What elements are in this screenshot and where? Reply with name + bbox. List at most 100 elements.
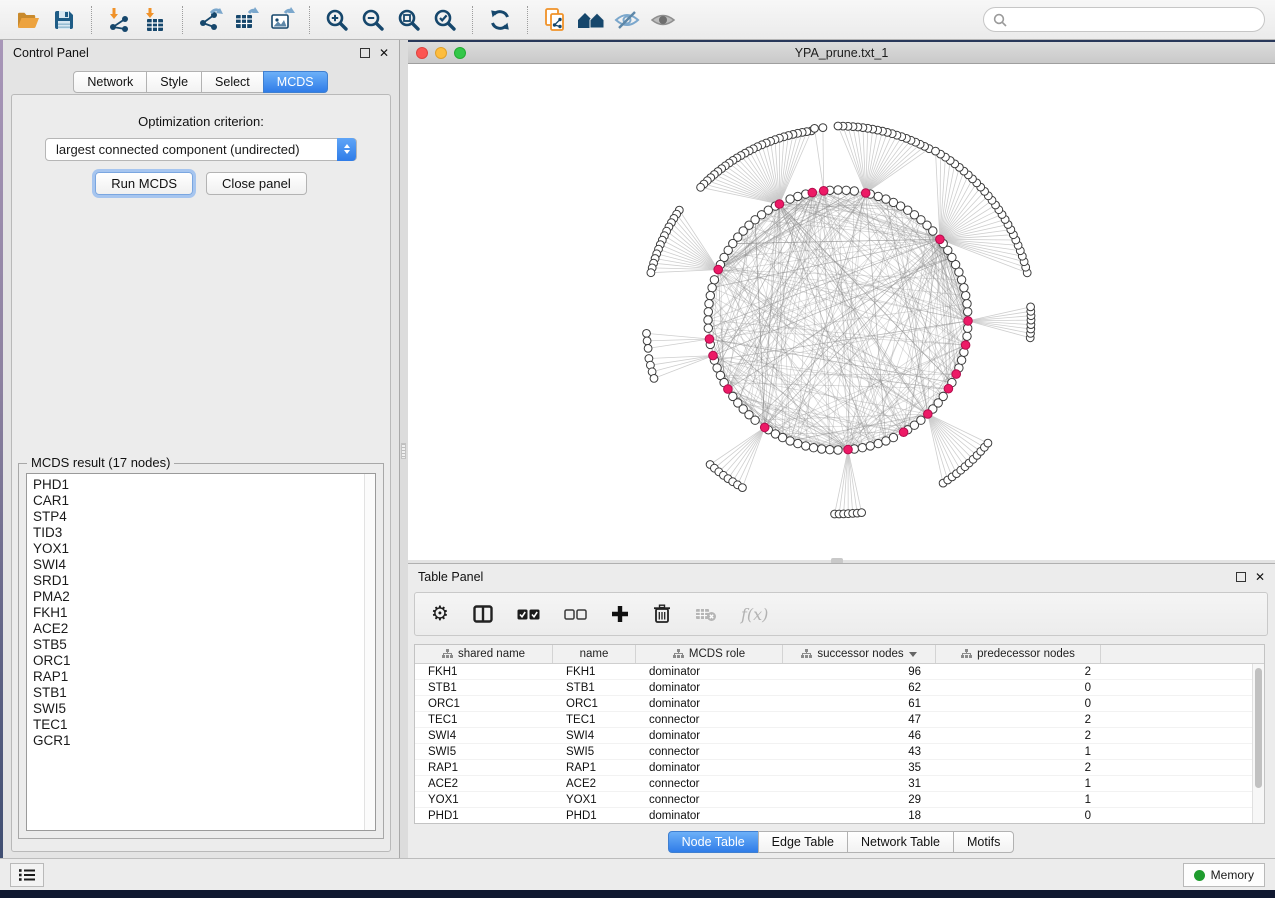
network-graph[interactable] [408, 64, 1273, 559]
mcds-node-item[interactable]: STP4 [33, 509, 375, 525]
criterion-dropdown[interactable]: largest connected component (undirected) [45, 138, 357, 161]
houses-icon [576, 8, 606, 32]
mcds-node-item[interactable]: TEC1 [33, 717, 375, 733]
table-cell: SWI5 [553, 744, 636, 759]
create-column-button[interactable] [611, 605, 629, 623]
column-header-name[interactable]: name [553, 645, 636, 663]
mcds-node-item[interactable]: STB5 [33, 637, 375, 653]
mcds-node-item[interactable]: ACE2 [33, 621, 375, 637]
select-all-rows-button[interactable] [517, 609, 540, 620]
table-cell: SWI5 [415, 744, 553, 759]
scrollbar-thumb[interactable] [1255, 668, 1262, 788]
refresh-layout-button[interactable] [482, 4, 518, 36]
application-window: Control Panel ✕ NetworkStyleSelectMCDS O… [0, 0, 1275, 898]
table-cell: 1 [936, 744, 1101, 759]
mcds-node-item[interactable]: GCR1 [33, 733, 375, 749]
close-panel-icon[interactable]: ✕ [1255, 572, 1265, 582]
first-neighbors-button[interactable] [573, 4, 609, 36]
tab-motifs[interactable]: Motifs [953, 831, 1014, 853]
zoom-selected-button[interactable] [427, 4, 463, 36]
table-row[interactable]: RAP1RAP1dominator352 [415, 760, 1264, 776]
show-columns-button[interactable] [473, 605, 493, 623]
table-row[interactable]: SWI5SWI5connector431 [415, 744, 1264, 760]
tab-network[interactable]: Network [73, 71, 147, 93]
search-input[interactable] [1012, 13, 1255, 27]
splitter-grip[interactable] [401, 443, 406, 459]
deselect-all-rows-button[interactable] [564, 609, 587, 620]
tab-node-table[interactable]: Node Table [668, 831, 759, 853]
toolbar-separator [91, 6, 92, 34]
table-row[interactable]: ORC1ORC1dominator610 [415, 696, 1264, 712]
tab-edge-table[interactable]: Edge Table [758, 831, 848, 853]
open-session-button[interactable] [10, 4, 46, 36]
tab-network-table[interactable]: Network Table [847, 831, 954, 853]
zoom-fit-icon [396, 7, 422, 33]
criterion-value: largest connected component (undirected) [46, 142, 300, 157]
mcds-node-item[interactable]: ORC1 [33, 653, 375, 669]
toolbar-separator [527, 6, 528, 34]
search-box[interactable] [983, 7, 1265, 32]
mcds-node-item[interactable]: SWI4 [33, 557, 375, 573]
vertical-splitter[interactable] [400, 40, 408, 858]
zoom-out-button[interactable] [355, 4, 391, 36]
import-table-button[interactable] [137, 4, 173, 36]
table-row[interactable]: PHD1PHD1dominator180 [415, 808, 1264, 824]
table-row[interactable]: ACE2ACE2connector311 [415, 776, 1264, 792]
close-panel-button[interactable]: Close panel [206, 172, 307, 195]
table-cell: ACE2 [415, 776, 553, 791]
mcds-node-item[interactable]: STB1 [33, 685, 375, 701]
clone-network-button[interactable] [537, 4, 573, 36]
export-image-button[interactable] [264, 4, 300, 36]
table-cell: dominator [636, 760, 783, 775]
column-header-filler [1101, 645, 1264, 663]
mcds-list-scrollbar[interactable] [364, 474, 375, 830]
network-window-titlebar[interactable]: YPA_prune.txt_1 [408, 42, 1275, 64]
table-row[interactable]: TEC1TEC1connector472 [415, 712, 1264, 728]
mcds-node-item[interactable]: TID3 [33, 525, 375, 541]
mcds-node-item[interactable]: SWI5 [33, 701, 375, 717]
save-session-button[interactable] [46, 4, 82, 36]
column-header-predecessor-nodes[interactable]: predecessor nodes [936, 645, 1101, 663]
table-scrollbar[interactable] [1252, 664, 1264, 823]
column-header-shared-name[interactable]: shared name [415, 645, 553, 663]
float-panel-icon[interactable] [1236, 572, 1246, 582]
show-all-button[interactable] [645, 4, 681, 36]
node-table: shared namenameMCDS rolesuccessor nodesp… [414, 644, 1265, 824]
table-options-button[interactable]: ⚙ [431, 604, 449, 624]
mcds-node-item[interactable]: PHD1 [33, 477, 375, 493]
hide-selected-button[interactable] [609, 4, 645, 36]
zoom-in-button[interactable] [319, 4, 355, 36]
memory-button[interactable]: Memory [1183, 863, 1265, 887]
tab-select[interactable]: Select [201, 71, 264, 93]
mcds-node-item[interactable]: YOX1 [33, 541, 375, 557]
column-header-MCDS-role[interactable]: MCDS role [636, 645, 783, 663]
column-header-successor-nodes[interactable]: successor nodes [783, 645, 936, 663]
mcds-node-item[interactable]: CAR1 [33, 493, 375, 509]
export-table-button[interactable] [228, 4, 264, 36]
network-canvas[interactable] [408, 64, 1273, 559]
tab-style[interactable]: Style [146, 71, 202, 93]
zoom-fit-button[interactable] [391, 4, 427, 36]
table-cell: 62 [783, 680, 936, 695]
float-panel-icon[interactable] [360, 48, 370, 58]
gear-icon: ⚙ [431, 604, 449, 624]
run-mcds-button[interactable]: Run MCDS [95, 172, 193, 195]
mcds-node-item[interactable]: FKH1 [33, 605, 375, 621]
export-network-button[interactable] [192, 4, 228, 36]
task-history-button[interactable] [10, 863, 44, 887]
table-row[interactable]: STB1STB1dominator620 [415, 680, 1264, 696]
mcds-node-item[interactable]: RAP1 [33, 669, 375, 685]
close-panel-icon[interactable]: ✕ [379, 48, 389, 58]
mcds-node-item[interactable]: PMA2 [33, 589, 375, 605]
table-row[interactable]: YOX1YOX1connector291 [415, 792, 1264, 808]
table-row[interactable]: FKH1FKH1dominator962 [415, 664, 1264, 680]
mcds-result-list[interactable]: PHD1CAR1STP4TID3YOX1SWI4SRD1PMA2FKH1ACE2… [26, 473, 376, 831]
toolbar-separator [472, 6, 473, 34]
tab-mcds[interactable]: MCDS [263, 71, 328, 93]
table-cell: connector [636, 712, 783, 727]
table-cell: dominator [636, 696, 783, 711]
import-network-button[interactable] [101, 4, 137, 36]
mcds-node-item[interactable]: SRD1 [33, 573, 375, 589]
table-row[interactable]: SWI4SWI4dominator462 [415, 728, 1264, 744]
delete-columns-button[interactable] [653, 604, 671, 624]
